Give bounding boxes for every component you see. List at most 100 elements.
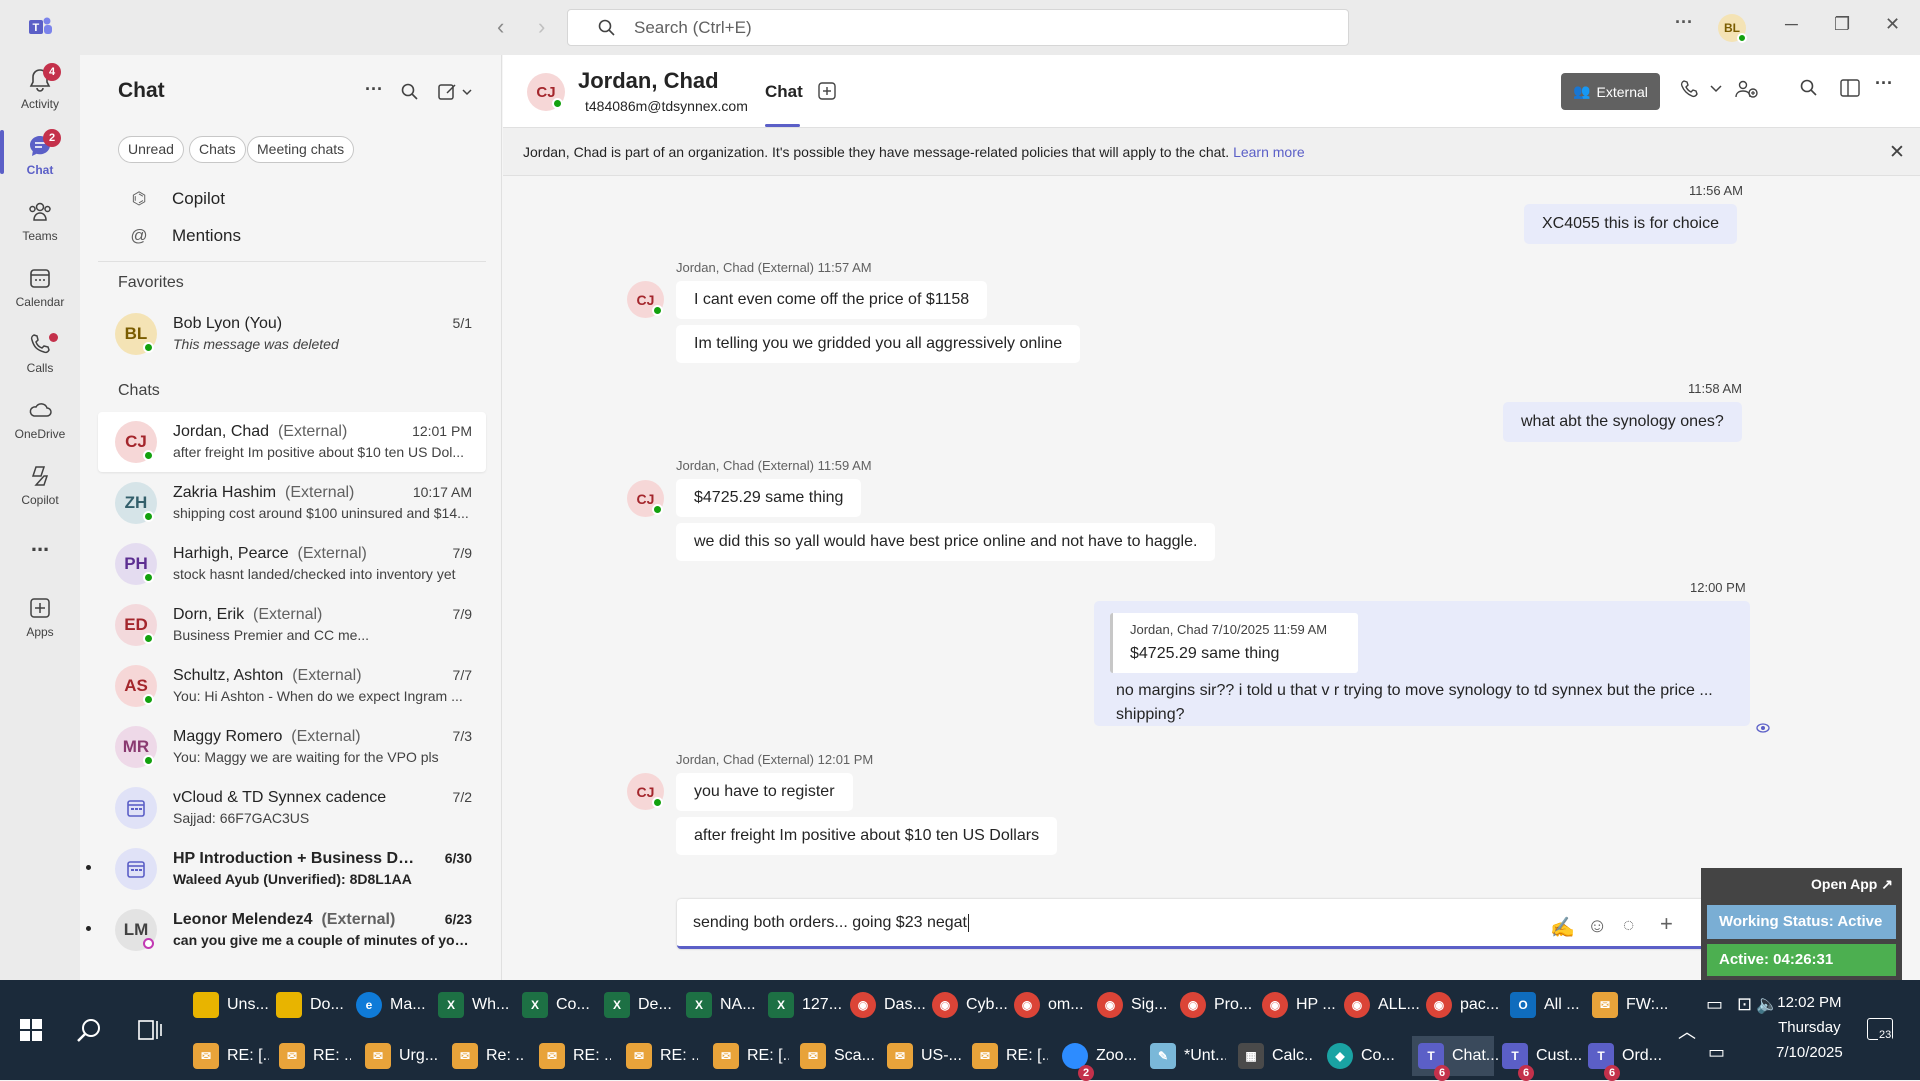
rail-chat[interactable]: 2 Chat	[0, 129, 80, 177]
message-bubble-sent-reply[interactable]: Jordan, Chad 7/10/2025 11:59 AM $4725.29…	[1094, 601, 1750, 726]
contact-name[interactable]: Jordan, Chad	[578, 68, 719, 94]
loop-icon[interactable]: ◌	[1623, 915, 1634, 937]
banner-close-icon[interactable]: ✕	[1889, 141, 1905, 164]
taskbar-excel-3[interactable]: X De...	[604, 985, 678, 1025]
tab-chat[interactable]: Chat	[765, 82, 803, 102]
taskbar-chrome-7[interactable]: ◉ ALL...	[1344, 985, 1422, 1025]
filter-chats[interactable]: Chats	[189, 136, 246, 163]
taskbar-chrome-8[interactable]: ◉ pac...	[1426, 985, 1504, 1025]
forward-arrow-icon[interactable]: ›	[538, 14, 545, 40]
taskbar-mail-7[interactable]: ✉ RE: [...	[713, 1036, 789, 1076]
chats-header[interactable]: Chats	[118, 382, 160, 400]
restore-icon[interactable]: ❐	[1834, 14, 1850, 35]
teams-logo-icon[interactable]: T	[27, 15, 53, 39]
favorites-header[interactable]: Favorites	[118, 274, 184, 292]
taskbar-chrome-6[interactable]: ◉ HP ...	[1262, 985, 1340, 1025]
filter-unread[interactable]: Unread	[118, 136, 184, 163]
rail-copilot[interactable]: Copilot	[0, 463, 80, 507]
emoji-icon[interactable]: ☺	[1587, 915, 1607, 938]
message-bubble-received[interactable]: after freight Im positive about $10 ten …	[676, 817, 1058, 855]
task-view-icon[interactable]	[138, 1019, 162, 1041]
taskbar-excel-2[interactable]: X Co...	[522, 985, 596, 1025]
taskbar-explorer-1[interactable]: Uns...	[193, 985, 271, 1025]
taskbar-search-icon[interactable]	[76, 1017, 102, 1043]
rail-more[interactable]: ...	[0, 531, 80, 557]
rail-apps[interactable]: Apps	[0, 595, 80, 639]
rail-calendar[interactable]: Calendar	[0, 265, 80, 309]
message-bubble-received[interactable]: I cant even come off the price of $1158	[676, 281, 988, 319]
filter-meeting-chats[interactable]: Meeting chats	[247, 136, 355, 163]
chat-search-icon[interactable]	[1800, 79, 1818, 97]
people-icon[interactable]	[1735, 79, 1759, 99]
chat-item-dorn-erik[interactable]: ED Dorn, Erik (External) 7/9 Business Pr…	[98, 595, 486, 655]
quoted-message[interactable]: Jordan, Chad 7/10/2025 11:59 AM $4725.29…	[1110, 613, 1358, 673]
taskbar-outlook[interactable]: O All ...	[1510, 985, 1586, 1025]
chat-item-schultz-ashton[interactable]: AS Schultz, Ashton (External) 7/7 You: H…	[98, 656, 486, 716]
rail-activity[interactable]: 4 Activity	[0, 63, 80, 111]
taskbar-chrome-3[interactable]: ◉ om...	[1014, 985, 1092, 1025]
taskbar-mail-4[interactable]: ✉ Re: ...	[452, 1036, 524, 1076]
rail-calls[interactable]: Calls	[0, 331, 80, 375]
tray-chevron-icon[interactable]: ︿	[1678, 1018, 1696, 1044]
taskbar-teams-cust[interactable]: T 6 Cust...	[1502, 1036, 1582, 1081]
taskbar-mail-5[interactable]: ✉ RE: ...	[539, 1036, 611, 1076]
nav-copilot[interactable]: ⌬ Copilot	[128, 189, 225, 209]
contact-avatar[interactable]: CJ	[527, 73, 565, 111]
compose-text[interactable]: sending both orders... going $23 negat	[693, 914, 967, 932]
chat-item-vcloud-meeting[interactable]: vCloud & TD Synnex cadence 7/2 Sajjad: 6…	[98, 778, 486, 838]
search-input[interactable]: Search (Ctrl+E)	[567, 9, 1349, 46]
message-bubble-received[interactable]: $4725.29 same thing	[676, 479, 862, 517]
taskbar-calculator[interactable]: ▦ Calc...	[1238, 1036, 1314, 1076]
chat-search-icon[interactable]	[401, 83, 419, 101]
taskbar-mail-fw[interactable]: ✉ FW:...	[1592, 985, 1670, 1025]
profile-avatar[interactable]: BL	[1718, 14, 1747, 43]
taskbar-mail-3[interactable]: ✉ Urg...	[365, 1036, 437, 1076]
taskbar-teams-ord[interactable]: T 6 Ord...	[1588, 1036, 1666, 1081]
taskbar-edge[interactable]: e Ma...	[356, 985, 430, 1025]
taskbar-excel-4[interactable]: X NA...	[686, 985, 760, 1025]
taskbar-mail-9[interactable]: ✉ US-...	[887, 1036, 961, 1076]
add-tab-icon[interactable]	[818, 82, 836, 100]
taskbar-zoom[interactable]: 2 Zoo...	[1062, 1036, 1140, 1081]
taskbar-mail-2[interactable]: ✉ RE: ...	[279, 1036, 351, 1076]
external-button[interactable]: 👥 External	[1561, 73, 1660, 110]
taskbar-chrome-2[interactable]: ◉ Cyb...	[932, 985, 1010, 1025]
battery-icon[interactable]: ▭	[1706, 994, 1723, 1015]
message-bubble-sent[interactable]: XC4055 this is for choice	[1524, 204, 1737, 244]
taskbar-chrome-5[interactable]: ◉ Pro...	[1180, 985, 1258, 1025]
taskbar-mail-8[interactable]: ✉ Sca...	[800, 1036, 878, 1076]
notification-center-icon[interactable]: 23	[1867, 1018, 1893, 1041]
more-options-icon[interactable]: ···	[1675, 12, 1693, 33]
close-window-icon[interactable]: ✕	[1885, 14, 1900, 35]
windows-start-icon[interactable]	[20, 1019, 42, 1041]
message-bubble-received[interactable]: we did this so yall would have best pric…	[676, 523, 1216, 561]
chat-item-harhigh-pearce[interactable]: PH Harhigh, Pearce (External) 7/9 stock …	[98, 534, 486, 594]
taskbar-excel-5[interactable]: X 127...	[768, 985, 842, 1025]
taskbar-chrome-1[interactable]: ◉ Das...	[850, 985, 928, 1025]
pop-out-icon[interactable]	[1840, 79, 1860, 97]
open-app-button[interactable]: Open App ↗	[1811, 876, 1893, 893]
message-bubble-received[interactable]: Im telling you we gridded you all aggres…	[676, 325, 1081, 363]
taskbar-chrome-4[interactable]: ◉ Sig...	[1097, 985, 1175, 1025]
working-status-label[interactable]: Working Status: Active	[1707, 905, 1896, 939]
chat-item-zakria-hashim[interactable]: ZH Zakria Hashim (External) 10:17 AM shi…	[98, 473, 486, 533]
chat-item-leonor-melendez[interactable]: LM Leonor Melendez4 (External) 6/23 can …	[86, 900, 486, 960]
chat-item-bob-lyon[interactable]: BL Bob Lyon (You) 5/1 This message was d…	[98, 304, 486, 364]
call-dropdown-chevron-icon[interactable]	[1710, 85, 1722, 93]
system-clock[interactable]: 12:02 PM Thursday 7/10/2025	[1776, 990, 1843, 1065]
back-arrow-icon[interactable]: ‹	[497, 14, 504, 40]
taskbar-mail-10[interactable]: ✉ RE: [...	[972, 1036, 1048, 1076]
rail-teams[interactable]: Teams	[0, 199, 80, 243]
taskbar-teams-chat[interactable]: T 6 Chat...	[1412, 1036, 1499, 1081]
taskbar-explorer-2[interactable]: Do...	[276, 985, 346, 1025]
desktop-icon[interactable]: ▭	[1708, 1042, 1725, 1063]
chat-item-maggy-romero[interactable]: MR Maggy Romero (External) 7/3 You: Magg…	[98, 717, 486, 777]
attach-plus-icon[interactable]: +	[1660, 911, 1673, 937]
network-icon[interactable]: ⊡	[1737, 994, 1752, 1015]
taskbar-mail-6[interactable]: ✉ RE: ...	[626, 1036, 698, 1076]
chat-list-more-icon[interactable]: ···	[365, 79, 383, 100]
format-icon[interactable]: ✍	[1550, 915, 1575, 940]
header-more-icon[interactable]: ···	[1875, 73, 1893, 94]
call-icon[interactable]	[1679, 79, 1699, 99]
new-chat-icon[interactable]	[438, 82, 474, 102]
